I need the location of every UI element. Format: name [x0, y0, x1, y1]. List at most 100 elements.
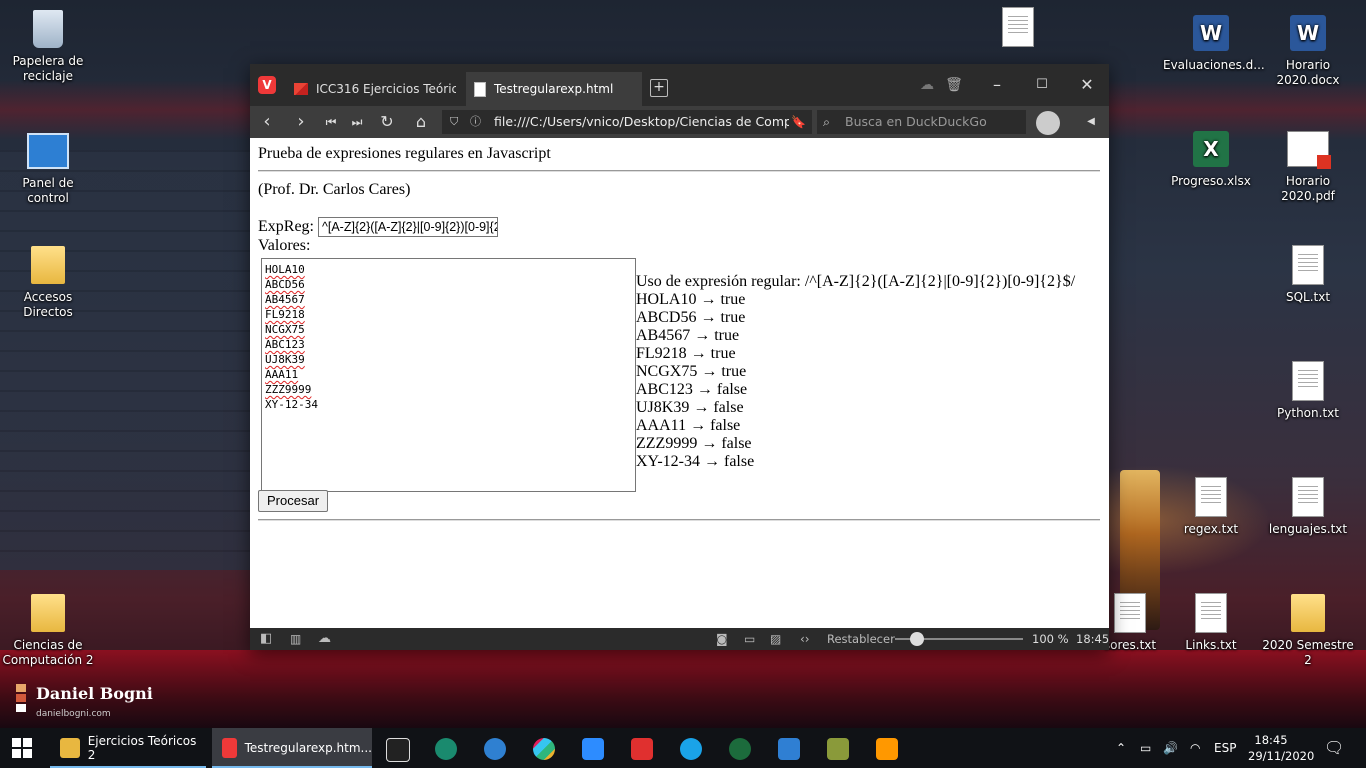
- hs-icon[interactable]: [729, 738, 751, 760]
- fast-forward-icon[interactable]: ⏭: [346, 112, 368, 132]
- sync-cloud-icon[interactable]: ☁: [916, 74, 938, 96]
- address-bar[interactable]: ⛉ ⓘ file:///C:/Users/vnico/Desktop/Cienc…: [442, 110, 812, 134]
- close-button[interactable]: ✕: [1076, 74, 1098, 96]
- desktop-icon-python[interactable]: Python.txt: [1260, 360, 1356, 421]
- value-line: ABC123: [265, 338, 305, 351]
- new-tab-button[interactable]: +: [650, 79, 668, 97]
- zoom-level: 100 %: [1032, 632, 1069, 646]
- home-icon[interactable]: ⌂: [410, 112, 432, 132]
- procesar-button[interactable]: Procesar: [258, 490, 329, 512]
- taskbar-task-vivaldi[interactable]: Testregularexp.htm...: [212, 728, 372, 768]
- shield-icon[interactable]: ⛉: [450, 110, 458, 134]
- desktop-icon-regex[interactable]: regex.txt: [1163, 476, 1259, 537]
- zoom-icon[interactable]: [582, 738, 604, 760]
- wallpaper-floor: [0, 650, 1366, 730]
- desktop-icon-semestre[interactable]: 2020 Semestre 2: [1260, 592, 1356, 668]
- bookmark-icon[interactable]: 🔖: [791, 110, 806, 134]
- tab-gmail[interactable]: ICC316 Ejercicios Teóricos #: [286, 72, 458, 106]
- desktop-icon-links[interactable]: Links.txt: [1163, 592, 1259, 653]
- download-app-icon[interactable]: [631, 738, 653, 760]
- intellij-icon[interactable]: [386, 738, 410, 762]
- page-heading: Prueba de expresiones regulares en Javas…: [258, 145, 551, 162]
- sublime-text-icon[interactable]: [876, 738, 898, 760]
- expreg-row: ExpReg: ^[A-Z]{2}([A-Z]{2}|[0-9]{2})[0-9…: [258, 217, 498, 237]
- trash-icon[interactable]: 🗑: [943, 74, 965, 96]
- language-indicator[interactable]: ESP: [1214, 728, 1236, 768]
- search-field[interactable]: ⌕ Busca en DuckDuckGo: [817, 110, 1026, 134]
- forward-icon[interactable]: ›: [290, 112, 312, 132]
- desktop-icon-label: Ciencias de Computación 2: [2, 638, 94, 667]
- desktop-icon-lenguajes[interactable]: lenguajes.txt: [1260, 476, 1356, 537]
- profile-avatar[interactable]: [1036, 111, 1060, 135]
- code-icon[interactable]: ‹›: [800, 628, 810, 650]
- rewind-icon[interactable]: ⏮: [320, 112, 342, 132]
- maximize-button[interactable]: ☐: [1031, 74, 1053, 96]
- image-icon[interactable]: ▨: [770, 628, 781, 650]
- value-line: AB4567: [265, 293, 305, 306]
- desktop-icon-horario-pdf[interactable]: Horario 2020.pdf: [1260, 128, 1356, 204]
- desktop-icon-label: SQL.txt: [1285, 290, 1331, 304]
- status-clock: 18:45: [1076, 632, 1110, 646]
- tray-chevron-icon[interactable]: ⌃: [1116, 728, 1126, 768]
- navigation-bar: ‹ › ⏮ ⏭ ↻ ⌂ ⛉ ⓘ file:///C:/Users/vnico/D…: [250, 106, 1109, 138]
- info-icon[interactable]: ⓘ: [470, 110, 481, 134]
- taskbar-task-explorer[interactable]: Ejercicios Teóricos 2: [50, 728, 206, 768]
- value-line: HOLA10: [265, 263, 305, 276]
- gmail-icon: [294, 83, 308, 95]
- desktop-icon-sql[interactable]: SQL.txt: [1260, 244, 1356, 305]
- camera-icon[interactable]: ◙: [716, 628, 728, 650]
- app-blue-icon[interactable]: [484, 738, 506, 760]
- zoom-slider-thumb[interactable]: [909, 632, 924, 646]
- app-green-icon[interactable]: [435, 738, 457, 760]
- taskbar-clock[interactable]: 18:45 29/11/2020: [1248, 732, 1314, 764]
- result-line: AB4567 → true: [636, 327, 740, 344]
- value-line: AAA11: [265, 368, 299, 381]
- divider: [258, 519, 1100, 521]
- desktop-icon-label: Progreso.xlsx: [1171, 174, 1251, 188]
- divider: [258, 170, 1100, 172]
- panel-toggle-icon[interactable]: ◀: [1080, 112, 1102, 132]
- shortcut-folder-icon: [31, 246, 65, 284]
- valores-label: Valores:: [258, 237, 311, 254]
- battery-icon[interactable]: ▭: [1140, 728, 1151, 768]
- app-tools-icon[interactable]: [827, 738, 849, 760]
- desktop-icon-label: lenguajes.txt: [1268, 522, 1348, 536]
- values-textarea[interactable]: HOLA10 ABCD56 AB4567 FL9218 NCGX75 ABC12…: [261, 258, 636, 492]
- expreg-label: ExpReg:: [258, 218, 314, 235]
- panel-icon[interactable]: ◧: [260, 628, 272, 650]
- brand-logo-icon: [16, 684, 26, 714]
- volume-icon[interactable]: 🔊: [1163, 728, 1178, 768]
- folder-icon: [60, 738, 80, 758]
- tab-tiling-icon[interactable]: ▥: [290, 628, 301, 650]
- desktop-icon-evaluaciones[interactable]: W Evaluaciones.d...: [1163, 12, 1265, 73]
- taskbar: Ejercicios Teóricos 2 Testregularexp.htm…: [0, 728, 1366, 768]
- result-line: UJ8K39 → false: [636, 399, 744, 416]
- app-sail-icon[interactable]: [778, 738, 800, 760]
- notifications-icon[interactable]: 🗨: [1324, 728, 1344, 768]
- vivaldi-menu-icon[interactable]: V: [258, 76, 276, 94]
- reload-icon[interactable]: ↻: [376, 112, 398, 132]
- minimize-button[interactable]: –: [986, 74, 1008, 96]
- desktop-icon-progreso[interactable]: X Progreso.xlsx: [1163, 128, 1259, 189]
- desktop-icon-horario-docx[interactable]: W Horario 2020.docx: [1260, 12, 1356, 88]
- wifi-icon[interactable]: ◠: [1190, 728, 1200, 768]
- text-file-icon: [1195, 477, 1227, 517]
- brand-site: danielbogni.com: [36, 709, 111, 719]
- cloud-icon[interactable]: ☁: [318, 628, 331, 650]
- reset-zoom-button[interactable]: Restablecer: [827, 628, 895, 650]
- result-line: XY-12-34 → false: [636, 453, 755, 470]
- desktop-icon-recycle-bin[interactable]: Papelera de reciclaje: [0, 8, 96, 84]
- expreg-input[interactable]: ^[A-Z]{2}([A-Z]{2}|[0-9]{2})[0-9]{2}$: [318, 217, 498, 237]
- search-placeholder: Busca en DuckDuckGo: [845, 114, 987, 129]
- slack-icon[interactable]: [533, 738, 555, 760]
- desktop-icon-ciencias[interactable]: Ciencias de Computación 2: [0, 592, 96, 668]
- window-icon[interactable]: ▭: [744, 628, 755, 650]
- desktop-icon-pdf-partial[interactable]: [970, 6, 1066, 52]
- desktop-icon-accesos-directos[interactable]: Accesos Directos: [0, 244, 96, 320]
- desktop-icon-control-panel[interactable]: Panel de control: [0, 130, 96, 206]
- back-icon[interactable]: ‹: [256, 112, 278, 132]
- results-header: Uso de expresión regular: /^[A-Z]{2}([A-…: [636, 273, 1075, 291]
- app-cyan-icon[interactable]: [680, 738, 702, 760]
- tab-testregularexp[interactable]: Testregularexp.html: [466, 72, 642, 106]
- windows-start-icon[interactable]: [12, 738, 32, 758]
